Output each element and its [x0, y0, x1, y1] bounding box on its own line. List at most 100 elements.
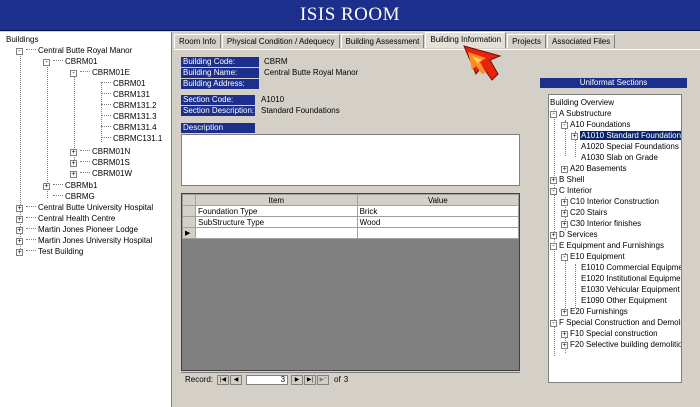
row-selector[interactable]: [182, 216, 196, 228]
expand-icon[interactable]: +: [561, 309, 568, 316]
collapse-icon[interactable]: -: [43, 59, 50, 66]
tree-node-central-butte-royal-manor[interactable]: - Central Butte Royal Manor: [16, 45, 132, 56]
table-row-new[interactable]: ▶: [182, 227, 520, 239]
uniformat-node[interactable]: + D Services: [550, 229, 598, 240]
last-record-icon[interactable]: ▶|: [304, 374, 317, 385]
tree-node-room[interactable]: CBRM131: [101, 89, 150, 100]
tab-building-assessment[interactable]: Building Assessment: [340, 34, 425, 48]
cell-value[interactable]: [356, 227, 520, 239]
uniformat-node[interactable]: + C10 Interior Construction: [561, 196, 659, 207]
uniformat-node[interactable]: - E10 Equipment: [561, 251, 625, 262]
tree-node-cbrm01w[interactable]: + CBRM01W: [70, 168, 132, 179]
cell-value[interactable]: Wood: [356, 216, 520, 228]
cell-item[interactable]: Foundation Type: [194, 205, 358, 217]
expand-icon[interactable]: +: [550, 232, 557, 239]
prev-record-icon[interactable]: ◀: [230, 374, 243, 385]
tree-node-test-building[interactable]: + Test Building: [16, 246, 83, 257]
collapse-icon[interactable]: -: [550, 111, 557, 118]
tree-node-room[interactable]: CBRMC131.1: [101, 133, 162, 144]
expand-icon[interactable]: +: [561, 199, 568, 206]
expand-icon[interactable]: +: [561, 331, 568, 338]
description-textbox[interactable]: [181, 134, 520, 186]
expand-icon[interactable]: +: [16, 227, 23, 234]
column-header-item[interactable]: Item: [194, 194, 358, 206]
uniformat-node[interactable]: + C20 Stairs: [561, 207, 607, 218]
table-row[interactable]: Foundation Type Brick: [182, 205, 520, 217]
expand-icon[interactable]: +: [550, 177, 557, 184]
expand-icon[interactable]: +: [70, 160, 77, 167]
tab-room-info[interactable]: Room Info: [174, 34, 221, 48]
uniformat-node[interactable]: E1030 Vehicular Equipment: [581, 284, 680, 295]
tree-node-cbrm01e[interactable]: - CBRM01E: [70, 67, 130, 78]
collapse-icon[interactable]: -: [561, 122, 568, 129]
tab-associated-files[interactable]: Associated Files: [546, 34, 616, 48]
current-record-field[interactable]: 3: [246, 374, 289, 385]
cell-item[interactable]: [194, 227, 358, 239]
row-selector[interactable]: [182, 205, 196, 217]
tab-physical-condition[interactable]: Physical Condition / Adequecy: [221, 34, 340, 48]
tree-node-room[interactable]: CBRM131.3: [101, 111, 157, 122]
uniformat-node[interactable]: E1020 Institutional Equipment: [581, 273, 681, 284]
tree-node-cbrm01s[interactable]: + CBRM01S: [70, 157, 130, 168]
buildings-tree-panel[interactable]: Buildings - Central Butte Royal Manor - CB…: [0, 32, 172, 407]
collapse-icon[interactable]: -: [550, 320, 557, 327]
expand-icon[interactable]: +: [70, 171, 77, 178]
uniformat-node[interactable]: - A10 Foundations: [561, 119, 631, 130]
tree-node-cbrmb1[interactable]: + CBRMb1: [43, 180, 97, 191]
tree-node-room[interactable]: CBRM131.2: [101, 100, 157, 111]
uniformat-node[interactable]: Building Overview: [550, 97, 614, 108]
uniformat-node[interactable]: A1030 Slab on Grade: [581, 152, 658, 163]
tree-node-cbrmg[interactable]: CBRMG: [53, 191, 95, 202]
uniformat-node[interactable]: + B Shell: [550, 174, 584, 185]
expand-icon[interactable]: +: [561, 221, 568, 228]
collapse-icon[interactable]: -: [550, 188, 557, 195]
expand-icon[interactable]: +: [70, 149, 77, 156]
next-record-icon[interactable]: ▶: [291, 374, 304, 385]
uniformat-node[interactable]: E1090 Other Equipment: [581, 295, 667, 306]
cell-item[interactable]: SubStructure Type: [194, 216, 358, 228]
cell-value[interactable]: Brick: [356, 205, 520, 217]
uniformat-node[interactable]: -E Equipment and Furnishings: [550, 240, 664, 251]
uniformat-tree[interactable]: Building Overview -A Substructure - A10 F…: [548, 94, 682, 383]
first-record-icon[interactable]: |◀: [217, 374, 230, 385]
new-record-icon[interactable]: ▶*: [317, 374, 330, 385]
tree-node-cbrm01[interactable]: - CBRM01: [43, 56, 97, 67]
expand-icon[interactable]: +: [16, 205, 23, 212]
uniformat-node[interactable]: + E20 Furnishings: [561, 306, 628, 317]
uniformat-node[interactable]: -C Interior: [550, 185, 592, 196]
uniformat-node[interactable]: + F20 Selective building demolition: [561, 339, 681, 350]
tree-node-room[interactable]: CBRM01: [101, 78, 145, 89]
item-value-grid[interactable]: Item Value Foundation Type Brick SubStru…: [181, 193, 520, 371]
expand-icon[interactable]: +: [16, 216, 23, 223]
tree-node-martin-jones-pioneer-lodge[interactable]: + Martin Jones Pioneer Lodge: [16, 224, 138, 235]
collapse-icon[interactable]: -: [550, 243, 557, 250]
expand-icon[interactable]: +: [16, 238, 23, 245]
expand-icon[interactable]: +: [561, 166, 568, 173]
expand-icon[interactable]: +: [43, 183, 50, 190]
uniformat-node[interactable]: A1020 Special Foundations: [581, 141, 679, 152]
tree-node-central-health-centre[interactable]: + Central Health Centre: [16, 213, 115, 224]
collapse-icon[interactable]: -: [561, 254, 568, 261]
expand-icon[interactable]: +: [16, 249, 23, 256]
table-row[interactable]: SubStructure Type Wood: [182, 216, 520, 228]
tree-node-cbrm01n[interactable]: + CBRM01N: [70, 146, 130, 157]
uniformat-node[interactable]: + C30 Interior finishes: [561, 218, 641, 229]
column-header-value[interactable]: Value: [356, 194, 520, 206]
uniformat-node[interactable]: + A20 Basements: [561, 163, 626, 174]
collapse-icon[interactable]: -: [70, 70, 77, 77]
expand-icon[interactable]: +: [571, 133, 578, 140]
tree-node-room[interactable]: CBRM131.4: [101, 122, 157, 133]
new-record-marker-icon[interactable]: ▶: [182, 227, 196, 239]
tree-node-martin-jones-university-hospital[interactable]: + Martin Jones University Hospital: [16, 235, 152, 246]
tree-node-central-butte-university-hospital[interactable]: + Central Butte University Hospital: [16, 202, 153, 213]
expand-icon[interactable]: +: [561, 342, 568, 349]
uniformat-node[interactable]: -F Special Construction and Demolition: [550, 317, 681, 328]
uniformat-node[interactable]: + F10 Special construction: [561, 328, 658, 339]
uniformat-node[interactable]: -A Substructure: [550, 108, 611, 119]
uniformat-node[interactable]: E1010 Commercial Equipment: [581, 262, 681, 273]
expand-icon[interactable]: +: [561, 210, 568, 217]
tab-projects[interactable]: Projects: [507, 34, 546, 48]
collapse-icon[interactable]: -: [16, 48, 23, 55]
record-total: 3: [343, 375, 349, 384]
uniformat-node-selected[interactable]: + A1010 Standard Foundations: [571, 130, 681, 141]
